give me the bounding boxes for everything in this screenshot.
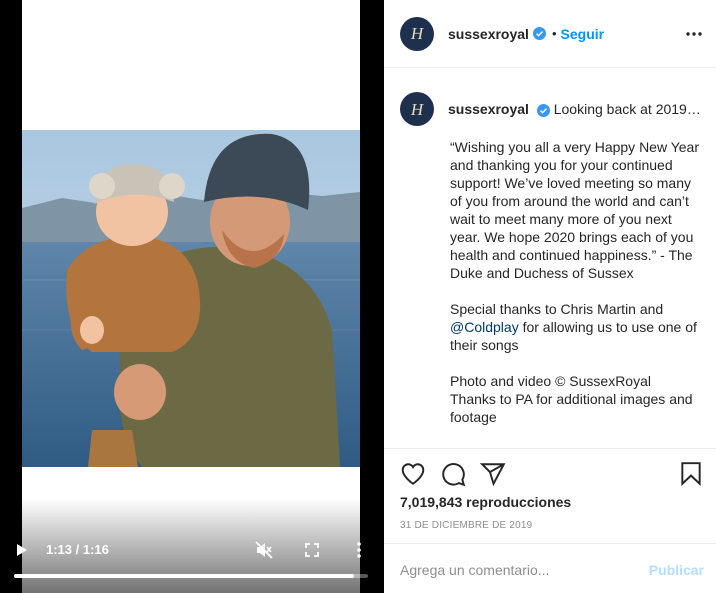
video-progress-fill (14, 574, 354, 578)
username-link[interactable]: sussexroyal (448, 26, 529, 42)
caption-thanks-start: Special thanks to Chris Martin and (450, 301, 664, 317)
caption-header: H sussexroyal Looking back at 2019… (400, 92, 701, 126)
caption-headline: sussexroyal Looking back at 2019… (448, 100, 701, 118)
paper-plane-icon[interactable] (480, 461, 506, 487)
video-frame (22, 130, 360, 467)
caption-headline-text: Looking back at 2019… (553, 101, 701, 117)
post-header: H sussexroyal • Seguir (384, 0, 716, 68)
video-controls: 1:13 / 1:16 (0, 530, 384, 593)
publish-button[interactable]: Publicar (649, 562, 704, 578)
caption-quote: “Wishing you all a very Happy New Year a… (450, 139, 700, 281)
separator-dot: • (551, 26, 557, 41)
follow-button[interactable]: Seguir (561, 26, 605, 42)
caption-credit-line-1: Photo and video © SussexRoyal (450, 373, 651, 389)
comment-section: Publicar (384, 543, 716, 593)
instagram-post-modal: 1:13 / 1:16 H sussexroyal • Seguir H sus… (0, 0, 716, 593)
avatar-monogram: H (410, 24, 424, 43)
more-options-icon[interactable] (684, 24, 704, 44)
post-date[interactable]: 31 DE DICIEMBRE DE 2019 (400, 520, 532, 531)
caption-section: H sussexroyal Looking back at 2019… “Wis… (384, 68, 716, 448)
mention-link[interactable]: @Coldplay (450, 319, 519, 335)
heart-icon[interactable] (400, 461, 426, 487)
fullscreen-icon[interactable] (302, 539, 322, 561)
caption-thanks: Special thanks to Chris Martin and @Cold… (450, 300, 700, 354)
muted-speaker-icon[interactable] (254, 539, 274, 561)
video-progress-bar[interactable] (14, 574, 368, 578)
avatar[interactable]: H (400, 16, 434, 51)
post-sidebar: H sussexroyal • Seguir H sussexroyal Loo… (384, 0, 716, 593)
actions-section: 7,019,843 reproducciones 31 DE DICIEMBRE… (384, 448, 716, 543)
media-panel: 1:13 / 1:16 (0, 0, 384, 593)
vertical-dots-icon[interactable] (350, 539, 368, 561)
avatar-monogram: H (410, 99, 424, 119)
caption-body: “Wishing you all a very Happy New Year a… (450, 138, 700, 426)
caption-username-link[interactable]: sussexroyal (448, 101, 529, 117)
speech-bubble-icon[interactable] (440, 461, 466, 487)
verified-badge-icon (536, 103, 550, 117)
caption-credits: Photo and video © SussexRoyal Thanks to P… (450, 372, 700, 426)
bookmark-icon[interactable] (678, 461, 704, 487)
view-count[interactable]: 7,019,843 reproducciones (400, 494, 571, 510)
verified-badge-icon (532, 27, 546, 40)
play-icon[interactable] (12, 540, 32, 560)
video-player[interactable] (22, 0, 360, 593)
video-time: 1:13 / 1:16 (46, 542, 109, 557)
comment-input[interactable] (400, 560, 630, 580)
caption-credit-line-2: Thanks to PA for additional images and f… (450, 391, 693, 425)
caption-avatar[interactable]: H (400, 92, 434, 126)
